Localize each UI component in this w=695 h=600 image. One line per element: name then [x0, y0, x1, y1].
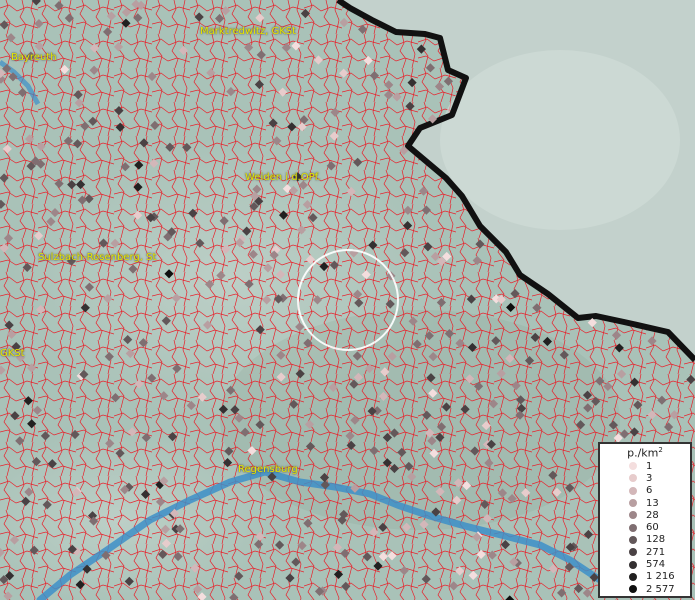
legend-item: 13 [600, 497, 690, 509]
legend-title: p./km2 [627, 446, 663, 460]
legend-item: 574 [600, 558, 690, 570]
legend-swatch [629, 560, 637, 569]
place-label-sulzbach-rosenberg: Sulzbach-Rosenberg, St [38, 252, 157, 263]
legend-swatch [629, 486, 637, 495]
legend-swatch [629, 535, 637, 544]
legend-swatch [629, 523, 637, 532]
legend-swatch [629, 462, 637, 471]
legend-item: 1 216 [600, 571, 690, 583]
place-label-marktredwitz: Marktredwitz, GKSt [200, 26, 297, 37]
legend-swatch [629, 511, 637, 520]
legend-item: 1 [600, 460, 690, 472]
legend-swatch [629, 585, 637, 594]
legend-item: 271 [600, 546, 690, 558]
place-label-regensburg: Regensburg [238, 464, 298, 475]
terrain-relief [440, 50, 680, 230]
place-label-bayreuth: Bayreuth [11, 52, 57, 63]
legend-swatch [629, 499, 637, 508]
legend-swatch [629, 474, 637, 483]
legend-swatch [629, 548, 637, 557]
place-label-weiden: Weiden i.d.OPf. [245, 172, 321, 183]
legend-item: 60 [600, 521, 690, 533]
density-legend: p./km2 1 3 6 13 28 60 128 271 574 1 216 … [598, 442, 692, 598]
place-label-gkst: GKSt [0, 348, 25, 359]
legend-swatch [629, 572, 637, 581]
legend-item: 128 [600, 534, 690, 546]
legend-item: 28 [600, 509, 690, 521]
legend-item: 3 [600, 472, 690, 484]
map[interactable] [0, 0, 695, 600]
legend-item: 2 577 [600, 583, 690, 595]
legend-item: 6 [600, 485, 690, 497]
